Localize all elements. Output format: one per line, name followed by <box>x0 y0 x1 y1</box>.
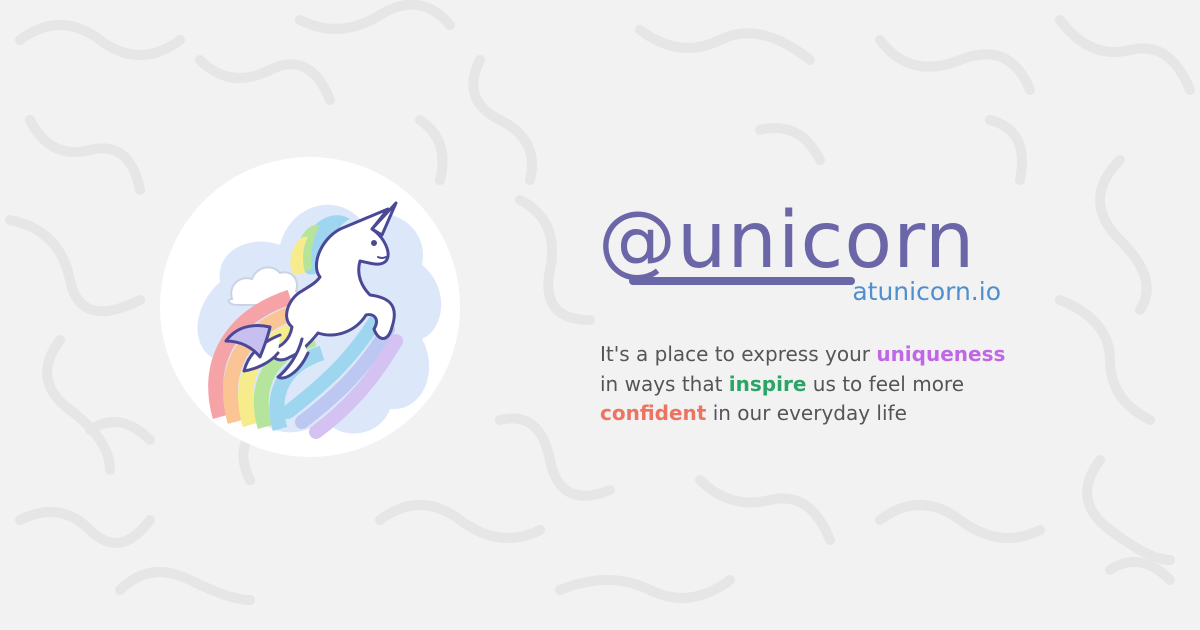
logo-circle <box>160 157 460 457</box>
tagline-line-1: It's a place to express your uniqueness <box>600 340 1040 370</box>
highlight-uniqueness: uniqueness <box>876 342 1006 366</box>
tagline-line-3: confident in our everyday life <box>600 399 1040 429</box>
tagline-text: in our everyday life <box>706 401 907 425</box>
tagline-line-2: in ways that inspire us to feel more <box>600 370 1040 400</box>
highlight-confident: confident <box>600 401 707 425</box>
tagline-text: It's a place to express your <box>600 342 877 366</box>
brand-logo: @unicorn atunicorn.io <box>598 196 1018 308</box>
tagline-text: in ways that <box>600 371 729 396</box>
brand-domain: atunicorn.io <box>852 277 1001 306</box>
tagline: It's a place to express your uniqueness … <box>600 340 1040 429</box>
tagline-text: us to feel more <box>806 371 965 396</box>
brand-name: @unicorn <box>598 196 976 286</box>
highlight-inspire: inspire <box>728 371 807 396</box>
brand-underline <box>629 277 855 285</box>
unicorn-rainbow-icon <box>197 201 442 439</box>
